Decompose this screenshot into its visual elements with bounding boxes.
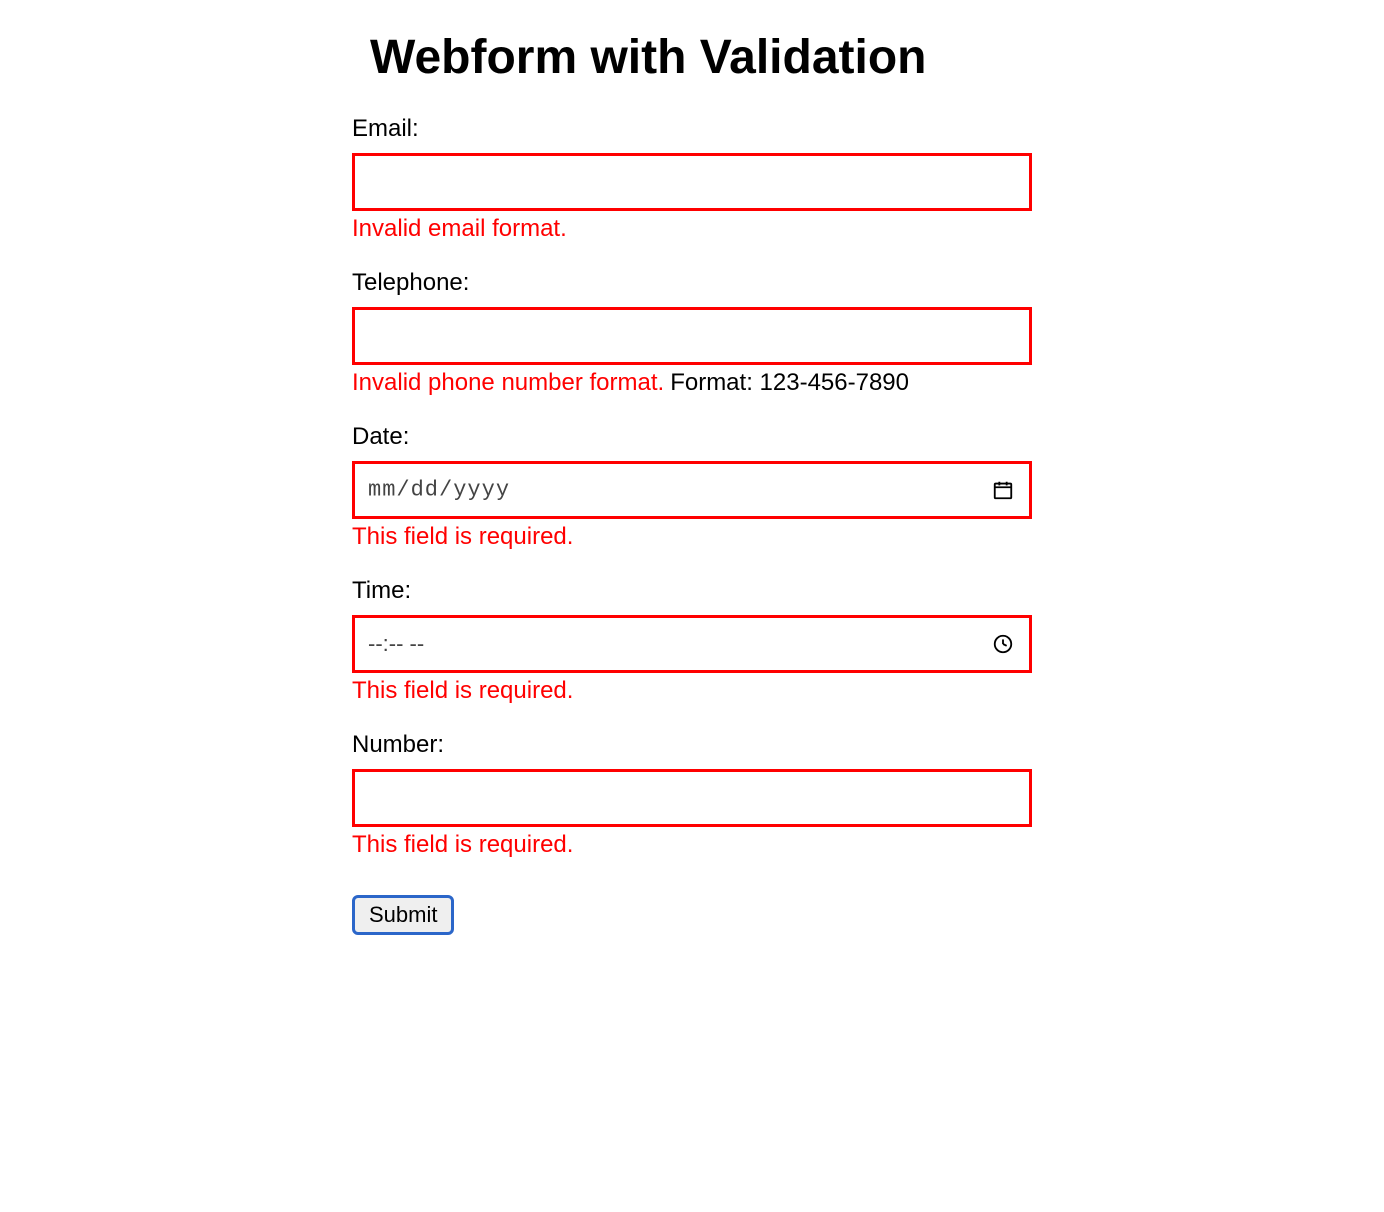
email-label: Email: <box>352 115 1032 143</box>
email-group: Email: Invalid email format. <box>352 115 1032 243</box>
page-title: Webform with Validation <box>352 30 1032 85</box>
email-error: Invalid email format. <box>352 215 567 242</box>
date-group: Date: mm/dd/yyyy This field is required. <box>352 423 1032 551</box>
submit-button[interactable]: Submit <box>352 895 454 935</box>
telephone-hint: Format: 123-456-7890 <box>670 369 909 396</box>
time-group: Time: --:-- -- This field is required. <box>352 577 1032 705</box>
time-error: This field is required. <box>352 677 573 704</box>
telephone-label: Telephone: <box>352 269 1032 297</box>
time-label: Time: <box>352 577 1032 605</box>
telephone-error: Invalid phone number format. <box>352 369 664 396</box>
email-field[interactable] <box>352 153 1032 211</box>
date-field[interactable] <box>352 461 1032 519</box>
telephone-group: Telephone: Invalid phone number format.F… <box>352 269 1032 397</box>
validation-form: Email: Invalid email format. Telephone: … <box>352 115 1032 935</box>
date-error: This field is required. <box>352 523 573 550</box>
date-label: Date: <box>352 423 1032 451</box>
telephone-field[interactable] <box>352 307 1032 365</box>
number-group: Number: This field is required. <box>352 731 1032 859</box>
number-label: Number: <box>352 731 1032 759</box>
number-error: This field is required. <box>352 831 573 858</box>
number-field[interactable] <box>352 769 1032 827</box>
time-field[interactable] <box>352 615 1032 673</box>
